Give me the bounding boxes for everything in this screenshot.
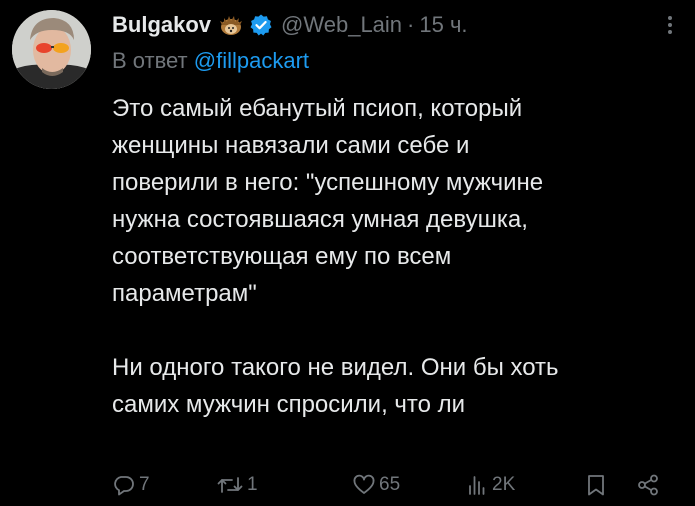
body-line: женщины навязали сами себе и (112, 132, 470, 159)
retweet-icon (216, 473, 244, 497)
views-button[interactable]: 2K (465, 468, 515, 502)
body-line: поверили в него: "успешному мужчине (112, 169, 544, 196)
views-chart-icon (465, 473, 489, 497)
separator-dot: · (407, 12, 415, 37)
avatar[interactable] (12, 10, 91, 89)
bookmark-button[interactable] (584, 468, 608, 502)
verified-badge-icon[interactable] (249, 13, 273, 37)
like-count: 65 (379, 474, 401, 495)
like-button[interactable]: 65 (352, 468, 400, 502)
body-line: Это самый ебанутый псиоп, который (112, 95, 523, 122)
reply-prefix: В ответ (112, 48, 188, 73)
hedgehog-emoji-icon (219, 13, 243, 37)
reply-button[interactable]: 7 (112, 468, 150, 502)
body-line: Ни одного такого не видел. Они бы хоть (112, 354, 559, 381)
heart-icon (352, 473, 376, 497)
avatar-image (12, 10, 91, 89)
tweet-content: Bulgakov @Web_Lain · 15 ч. В ответ @fill… (112, 8, 681, 423)
tweet-body: Это самый ебанутый псиоп, который женщин… (112, 90, 681, 423)
reply-count: 7 (139, 474, 150, 495)
share-icon (636, 473, 660, 497)
author-handle[interactable]: @Web_Lain (281, 12, 402, 38)
body-line: параметрам" (112, 280, 257, 307)
body-line: самих мужчин спросили, что ли (112, 391, 466, 418)
author-name[interactable]: Bulgakov (112, 12, 211, 38)
tweet-time[interactable]: 15 ч. (419, 12, 467, 38)
tweet[interactable]: Bulgakov @Web_Lain · 15 ч. В ответ @fill… (0, 0, 695, 506)
body-line: соответствующая ему по всем (112, 243, 452, 270)
retweet-count: 1 (247, 474, 258, 495)
body-line: нужна состоявшаяся умная девушка, (112, 206, 528, 233)
retweet-button[interactable]: 1 (216, 468, 258, 502)
bookmark-icon (584, 473, 608, 497)
reply-mention-link[interactable]: @fillpackart (194, 48, 309, 73)
more-options-icon[interactable] (659, 14, 681, 36)
share-button[interactable] (636, 468, 660, 502)
reply-icon (112, 473, 136, 497)
views-count: 2K (492, 474, 516, 495)
reply-context: В ответ @fillpackart (112, 48, 681, 78)
tweet-header: Bulgakov @Web_Lain · 15 ч. (112, 8, 681, 42)
action-bar: 7 1 65 2K (112, 468, 682, 502)
